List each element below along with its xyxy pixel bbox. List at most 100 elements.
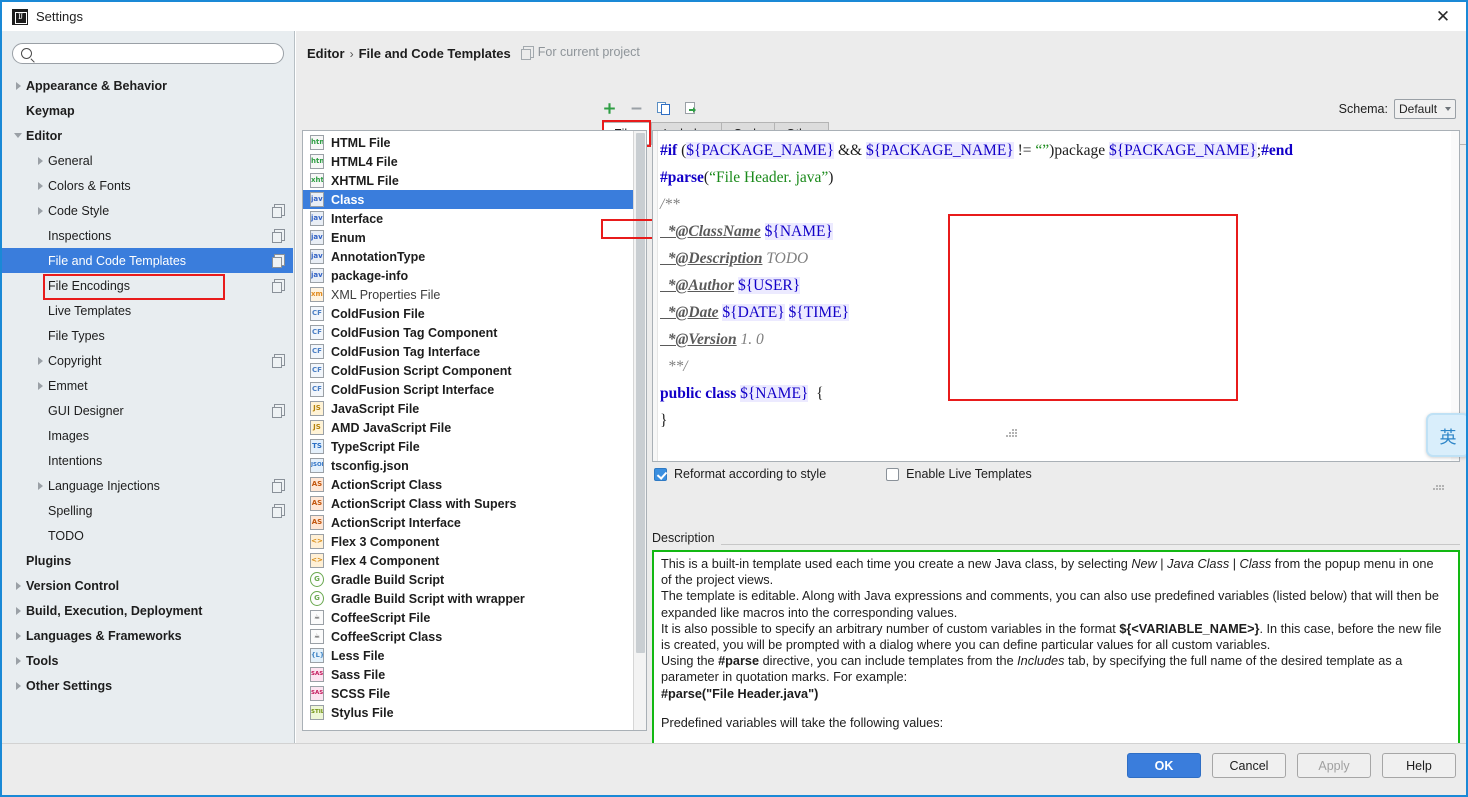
list-item[interactable]: CF ColdFusion Tag Interface [303,342,634,361]
chevron-right-icon[interactable] [34,148,48,173]
sidebar-item-language-injections[interactable]: Language Injections [2,473,293,498]
template-editor[interactable]: #if (${PACKAGE_NAME} && ${PACKAGE_NAME} … [652,130,1460,462]
live-templates-checkbox[interactable]: Enable Live Templates [886,467,1032,481]
list-item[interactable]: STIL Stylus File [303,703,634,722]
list-item[interactable]: JSON tsconfig.json [303,456,634,475]
scrollbar-thumb[interactable] [636,133,645,653]
sidebar-item-version-control[interactable]: Version Control [2,573,293,598]
sidebar-item-live-templates[interactable]: Live Templates [2,298,293,323]
list-item[interactable]: CF ColdFusion Tag Component [303,323,634,342]
cancel-button[interactable]: Cancel [1212,753,1286,778]
sidebar-item-emmet[interactable]: Emmet [2,373,293,398]
sidebar-item-file-encodings[interactable]: File Encodings [2,273,293,298]
list-item[interactable]: ☕ CoffeeScript Class [303,627,634,646]
help-button[interactable]: Help [1382,753,1456,778]
sidebar-item-code-style[interactable]: Code Style [2,198,293,223]
chevron-right-icon[interactable] [12,648,26,673]
list-item[interactable]: TS TypeScript File [303,437,634,456]
chevron-right-icon[interactable] [12,623,26,648]
add-template-button[interactable] [596,97,623,119]
chevron-down-icon[interactable] [12,123,26,148]
ok-button[interactable]: OK [1127,753,1201,778]
copy-template-icon[interactable] [650,97,677,119]
sidebar-item-languages-frameworks[interactable]: Languages & Frameworks [2,623,293,648]
sidebar-item-keymap[interactable]: Keymap [2,98,293,123]
list-item[interactable]: G Gradle Build Script with wrapper [303,589,634,608]
sidebar-item-general[interactable]: General [2,148,293,173]
search-box[interactable] [12,43,284,64]
list-item[interactable]: JS AMD JavaScript File [303,418,634,437]
list-item[interactable]: xhtm XHTML File [303,171,634,190]
list-item[interactable]: ☕ CoffeeScript File [303,608,634,627]
options-resize-grip[interactable] [1433,483,1449,490]
list-item[interactable]: xml XML Properties File [303,285,634,304]
close-icon[interactable]: ✕ [1420,2,1466,31]
list-item[interactable]: AS ActionScript Class with Supers [303,494,634,513]
remove-template-button[interactable] [623,97,650,119]
editor-resize-grip[interactable] [1006,429,1022,437]
sidebar-item-colors-fonts[interactable]: Colors & Fonts [2,173,293,198]
list-item[interactable]: <> Flex 4 Component [303,551,634,570]
sidebar-item-tools[interactable]: Tools [2,648,293,673]
sidebar-item-copyright[interactable]: Copyright [2,348,293,373]
list-item[interactable]: CF ColdFusion File [303,304,634,323]
breadcrumb-parent[interactable]: Editor [307,46,345,61]
chevron-right-icon[interactable] [12,73,26,98]
apply-button[interactable]: Apply [1297,753,1371,778]
chevron-right-icon[interactable] [34,373,48,398]
sidebar-item-file-and-code-templates[interactable]: File and Code Templates [2,248,293,273]
description-segment: directive, you can include templates fro… [759,654,1018,669]
list-item[interactable]: SASS Sass File [303,665,634,684]
list-item[interactable]: {L} Less File [303,646,634,665]
sidebar-item-other-settings[interactable]: Other Settings [2,673,293,698]
schema-label: Schema: [1338,102,1388,116]
editor-code[interactable]: #if (${PACKAGE_NAME} && ${PACKAGE_NAME} … [660,137,1450,434]
reformat-checkbox[interactable]: Reformat according to style [654,467,826,481]
list-item[interactable]: <> Flex 3 Component [303,532,634,551]
sidebar-item-file-types[interactable]: File Types [2,323,293,348]
schema-dropdown[interactable]: Default [1394,99,1456,119]
list-item[interactable]: java package-info [303,266,634,285]
sidebar-item-inspections[interactable]: Inspections [2,223,293,248]
templates-list-scrollbar[interactable] [633,131,646,730]
sidebar-item-gui-designer[interactable]: GUI Designer [2,398,293,423]
list-item[interactable]: CF ColdFusion Script Interface [303,380,634,399]
list-item-label: Flex 4 Component [331,553,440,568]
list-item[interactable]: html HTML File [303,133,634,152]
list-item[interactable]: AS ActionScript Interface [303,513,634,532]
reset-to-default-icon[interactable] [677,97,704,119]
chevron-right-icon[interactable] [34,173,48,198]
list-item[interactable]: java AnnotationType [303,247,634,266]
sidebar-item-spelling[interactable]: Spelling [2,498,293,523]
sidebar-item-images[interactable]: Images [2,423,293,448]
code-token: *@Description [660,250,763,267]
chevron-right-icon[interactable] [34,198,48,223]
sidebar-item-intentions[interactable]: Intentions [2,448,293,473]
list-item[interactable]: java Class [303,190,634,209]
list-item[interactable]: CF ColdFusion Script Component [303,361,634,380]
sidebar-item-build-execution-deployment[interactable]: Build, Execution, Deployment [2,598,293,623]
list-item[interactable]: java Interface [303,209,634,228]
chevron-right-icon[interactable] [12,573,26,598]
search-input[interactable] [37,45,283,62]
list-item[interactable]: SASS SCSS File [303,684,634,703]
sidebar-item-editor[interactable]: Editor [2,123,293,148]
description-paragraph: Using the #parse directive, you can incl… [661,653,1446,685]
sidebar-item-todo[interactable]: TODO [2,523,293,548]
list-item[interactable]: java Enum [303,228,634,247]
editor-scrollbar[interactable] [1451,131,1459,461]
chevron-right-icon[interactable] [12,673,26,698]
list-item[interactable]: html HTML4 File [303,152,634,171]
chevron-right-icon[interactable] [34,473,48,498]
sidebar-item-plugins[interactable]: Plugins [2,548,293,573]
list-item[interactable]: AS ActionScript Class [303,475,634,494]
code-line: public class ${NAME} { [660,380,1450,407]
chevron-right-icon[interactable] [34,348,48,373]
chevron-right-icon[interactable] [12,598,26,623]
list-item[interactable]: G Gradle Build Script [303,570,634,589]
ime-indicator[interactable]: 英 [1426,413,1466,457]
list-item[interactable]: JS JavaScript File [303,399,634,418]
sidebar-item-appearance-behavior[interactable]: Appearance & Behavior [2,73,293,98]
code-line: /** [660,191,1450,218]
